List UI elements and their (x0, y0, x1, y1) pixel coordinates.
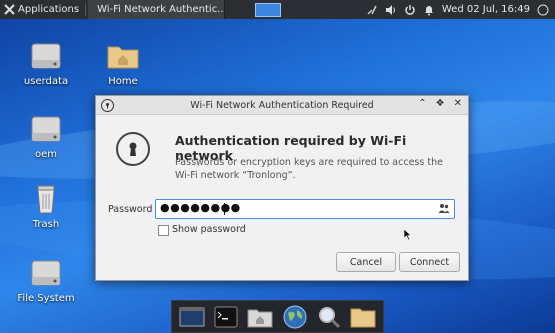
desktop-icon-label: userdata (23, 76, 69, 87)
mouse-pointer-icon (404, 229, 412, 240)
desktop-icon-trash[interactable]: Trash (14, 183, 78, 230)
xfce-logo-icon (4, 4, 15, 15)
shade-icon[interactable]: ⌃ (418, 98, 426, 109)
close-icon[interactable]: ✕ (454, 98, 462, 109)
password-label: Password (108, 204, 153, 215)
password-storage-icon[interactable] (438, 203, 450, 214)
power-icon[interactable] (404, 4, 416, 16)
dialog-description: Passwords or encryption keys are require… (175, 157, 443, 181)
applications-menu[interactable]: Applications (0, 0, 83, 19)
connect-button[interactable]: Connect (399, 252, 460, 272)
maximize-icon[interactable]: ❖ (436, 98, 445, 109)
top-panel: Applications Wi-Fi Network Authentic... … (0, 0, 555, 19)
notification-bell-icon[interactable] (423, 4, 435, 16)
desktop-icon-oem[interactable]: oem (14, 113, 78, 160)
cancel-button[interactable]: Cancel (336, 252, 396, 272)
folder-icon[interactable] (349, 304, 377, 330)
show-desktop-icon[interactable] (178, 304, 206, 330)
folder-home-icon (106, 40, 140, 72)
drive-icon (29, 40, 63, 72)
file-manager-icon[interactable] (246, 304, 274, 330)
separator (85, 3, 87, 16)
show-password-label[interactable]: Show password (172, 224, 246, 235)
applications-label: Applications (18, 4, 80, 15)
system-tray: Wed 02 Jul, 16:49 (366, 4, 555, 16)
network-icon[interactable] (366, 4, 378, 16)
text-caret (224, 203, 225, 215)
user-menu-icon[interactable] (537, 4, 549, 16)
volume-icon[interactable] (385, 4, 397, 16)
taskbar-window-title: Wi-Fi Network Authentic... (97, 4, 226, 15)
taskbar-window-button[interactable]: Wi-Fi Network Authentic... (88, 0, 226, 19)
window-controls: ⌃ ❖ ✕ (418, 98, 462, 109)
desktop-icon-label: File System (17, 293, 75, 304)
show-password-checkbox[interactable] (158, 225, 169, 236)
clock[interactable]: Wed 02 Jul, 16:49 (442, 4, 530, 15)
password-value: ●●●●●●●● (160, 201, 241, 214)
workspace-switcher[interactable] (255, 2, 282, 17)
trash-icon (29, 183, 63, 215)
desktop-icon-label: Home (108, 76, 138, 87)
terminal-icon[interactable] (212, 304, 240, 330)
desktop-icon-file-system[interactable]: File System (14, 257, 78, 304)
drive-icon (29, 257, 63, 289)
wifi-auth-dialog: Wi-Fi Network Authentication Required ⌃ … (95, 95, 469, 281)
desktop-icon-userdata[interactable]: userdata (14, 40, 78, 87)
password-input[interactable]: ●●●●●●●● (155, 199, 455, 219)
dialog-title: Wi-Fi Network Authentication Required (190, 99, 374, 111)
desktop-icon-home[interactable]: Home (91, 40, 155, 87)
desktop-icon-label: oem (34, 149, 57, 160)
search-icon[interactable] (315, 304, 343, 330)
drive-icon (29, 113, 63, 145)
dialog-titlebar[interactable]: Wi-Fi Network Authentication Required ⌃ … (96, 96, 468, 115)
keyhole-icon (116, 132, 150, 166)
dock (171, 300, 384, 333)
web-browser-icon[interactable] (281, 304, 309, 330)
desktop-icon-label: Trash (32, 219, 60, 230)
